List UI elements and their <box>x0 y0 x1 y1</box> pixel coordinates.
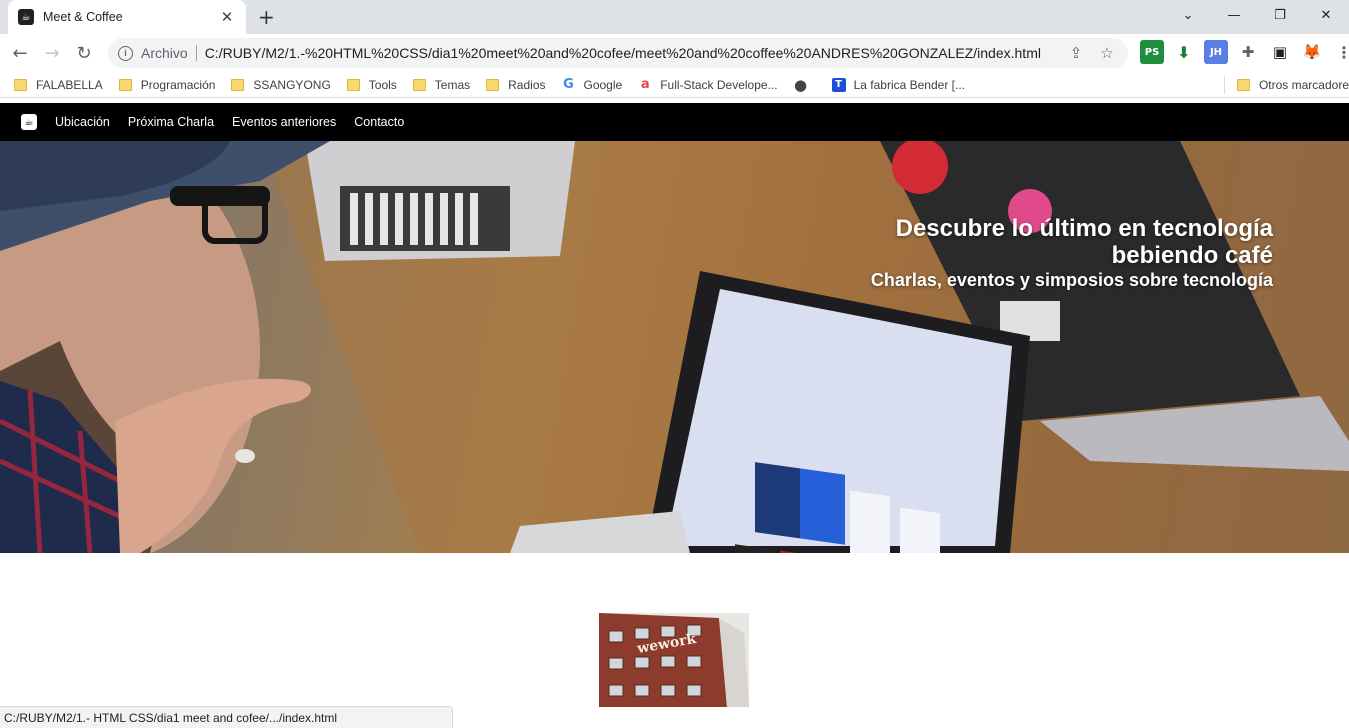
hero-subtitle: Charlas, eventos y simposios sobre tecno… <box>870 270 1273 290</box>
close-window-button[interactable]: ✕ <box>1303 0 1349 30</box>
origin-label: Archivo <box>141 45 188 61</box>
download-extension-icon[interactable]: ⬇ <box>1172 40 1196 64</box>
tab-search-button[interactable]: ⌄ <box>1165 0 1211 30</box>
bookmark-item[interactable]: SSANGYONG <box>223 72 338 98</box>
hero-title: Descubre lo último en tecnología bebiend… <box>895 215 1273 269</box>
building-image <box>599 613 749 707</box>
url-text[interactable]: C:/RUBY/M2/1.-%20HTML%20CSS/dia1%20meet%… <box>205 45 1056 61</box>
minimize-button[interactable]: — <box>1211 0 1257 30</box>
browser-tab[interactable]: ☕ Meet & Coffee ✕ <box>8 0 246 34</box>
jh-extension-icon[interactable]: JH <box>1204 40 1228 64</box>
hero-text: Descubre lo último en tecnología bebiend… <box>853 215 1273 291</box>
bookmark-label: La fabrica Bender [... <box>853 77 965 92</box>
site-favicon-icon: G <box>563 77 574 92</box>
info-icon[interactable]: i <box>118 45 133 61</box>
bookmark-item[interactable]: Programación <box>111 72 224 98</box>
folder-icon <box>346 78 360 91</box>
site-favicon-icon: T <box>831 77 846 92</box>
bookmark-label: Google <box>583 77 623 92</box>
folder-icon <box>118 78 132 91</box>
reload-button[interactable]: ↻ <box>68 37 100 69</box>
bookmark-item[interactable]: G Google <box>554 72 631 98</box>
bookmark-label: Full-Stack Develope... <box>660 77 778 92</box>
bookmarks-bar: FALABELLA Programación SSANGYONG Tools Temas… <box>0 72 1349 98</box>
site-navbar: ☕ Ubicación Próxima Charla Eventos anter… <box>0 103 1349 141</box>
bookmark-star-icon[interactable]: ☆ <box>1096 44 1118 62</box>
coffee-icon: ☕ <box>18 9 34 25</box>
other-bookmarks-label: Otros marcadore <box>1258 77 1349 92</box>
browser-menu-icon[interactable]: ⋮ <box>1332 40 1349 64</box>
puzzle-extension-icon[interactable]: ✚ <box>1236 40 1260 64</box>
bookmark-item[interactable]: ● <box>786 72 824 98</box>
share-icon[interactable]: ⇪ <box>1065 44 1087 62</box>
bookmark-item[interactable]: Temas <box>405 72 478 98</box>
folder-icon <box>486 78 500 91</box>
other-bookmarks-folder[interactable]: Otros marcadore <box>1225 72 1349 98</box>
back-button[interactable]: ← <box>4 37 36 69</box>
nav-link-eventos-anteriores[interactable]: Eventos anteriores <box>232 115 336 129</box>
new-tab-button[interactable]: + <box>258 5 275 29</box>
forward-button[interactable]: → <box>36 37 68 69</box>
window-controls: ⌄ — ❐ ✕ <box>1165 0 1349 34</box>
bookmark-label: Programación <box>140 77 216 92</box>
bookmark-item[interactable]: FALABELLA <box>0 72 111 98</box>
sidepanel-extension-icon[interactable]: ▣ <box>1268 40 1292 64</box>
extensions-row: PS ⬇ JH ✚ ▣ 🦊 ⋮ <box>1140 40 1349 64</box>
bookmark-item[interactable]: a Full-Stack Develope... <box>630 72 785 98</box>
bookmark-item[interactable]: T La fabrica Bender [... <box>824 72 973 98</box>
browser-toolbar: ← → ↻ i Archivo C:/RUBY/M2/1.-%20HTML%20… <box>0 34 1349 72</box>
tab-strip: ☕ Meet & Coffee ✕ + ⌄ — ❐ ✕ <box>0 0 1349 34</box>
site-favicon-icon: a <box>640 77 650 92</box>
bookmark-label: SSANGYONG <box>253 77 331 92</box>
status-bar: C:/RUBY/M2/1.- HTML CSS/dia1 meet and co… <box>0 706 453 728</box>
hero-banner: Descubre lo último en tecnología bebiend… <box>0 141 1349 553</box>
hero-background-image <box>0 141 1349 553</box>
bookmark-label: Radios <box>508 77 546 92</box>
folder-icon <box>1236 78 1250 91</box>
coffee-logo-icon[interactable]: ☕ <box>21 114 37 130</box>
tab-title: Meet & Coffee <box>43 10 123 24</box>
bookmark-item[interactable]: Radios <box>478 72 553 98</box>
nav-link-contacto[interactable]: Contacto <box>354 115 404 129</box>
location-photo: wework <box>599 613 749 707</box>
nav-link-proxima-charla[interactable]: Próxima Charla <box>128 115 214 129</box>
bookmark-item[interactable]: Tools <box>339 72 405 98</box>
bookmark-label: FALABELLA <box>36 77 103 92</box>
address-bar[interactable]: i Archivo C:/RUBY/M2/1.-%20HTML%20CSS/di… <box>108 38 1128 68</box>
nav-link-ubicacion[interactable]: Ubicación <box>55 115 110 129</box>
close-tab-icon[interactable]: ✕ <box>218 8 236 26</box>
omnibox-divider <box>195 45 197 61</box>
fox-extension-icon[interactable]: 🦊 <box>1300 40 1324 64</box>
site-favicon-icon: ● <box>794 75 808 94</box>
folder-icon <box>412 78 426 91</box>
ps-extension-icon[interactable]: PS <box>1140 40 1164 64</box>
folder-icon <box>231 78 245 91</box>
restore-button[interactable]: ❐ <box>1257 0 1303 30</box>
bookmark-label: Temas <box>434 77 471 92</box>
bookmark-label: Tools <box>368 77 397 92</box>
folder-icon <box>14 78 27 91</box>
